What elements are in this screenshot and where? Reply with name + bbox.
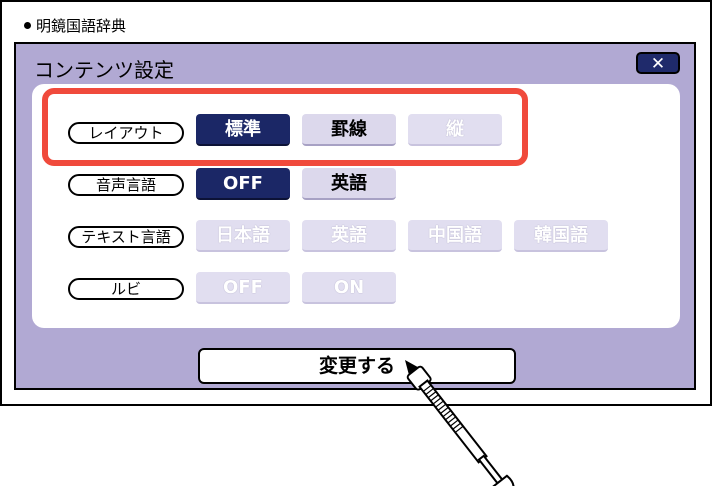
stylus-icon (405, 360, 515, 486)
